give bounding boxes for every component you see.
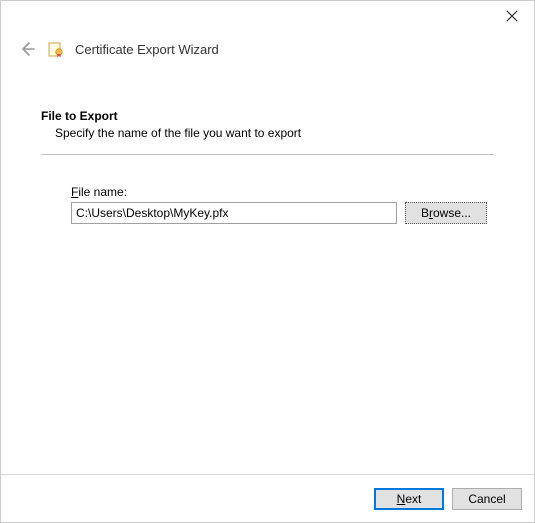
close-button[interactable] — [490, 2, 534, 30]
cancel-button[interactable]: Cancel — [452, 488, 522, 510]
file-name-label: File name: — [71, 185, 494, 199]
wizard-title: Certificate Export Wizard — [75, 42, 219, 57]
file-name-input[interactable] — [71, 202, 397, 224]
section-description: Specify the name of the file you want to… — [41, 126, 494, 140]
divider — [41, 154, 494, 155]
section-heading: File to Export — [41, 109, 494, 123]
back-arrow-icon[interactable] — [17, 39, 37, 59]
certificate-icon — [47, 40, 65, 58]
browse-button[interactable]: Browse... — [405, 202, 487, 224]
next-button[interactable]: Next — [374, 488, 444, 510]
